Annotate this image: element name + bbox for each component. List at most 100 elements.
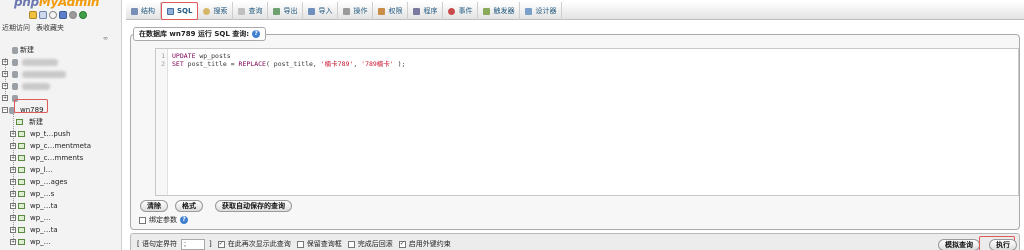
expand-icon[interactable]: + (10, 215, 16, 221)
help-icon[interactable]: ? (180, 216, 188, 224)
autosave-query-button[interactable]: 获取自动保存的查询 (215, 200, 292, 212)
tab-structure[interactable]: 结构 (126, 2, 161, 20)
table-row[interactable]: + wp_…ta (0, 200, 121, 212)
table-row[interactable]: + wp_c…mentmeta (0, 140, 121, 152)
tab-operations[interactable]: 操作 (338, 2, 374, 20)
logo[interactable]: phpMyAdmin (14, 0, 99, 9)
table-label: wp_l… (30, 166, 53, 174)
redacted-db-name (22, 71, 66, 78)
expand-icon[interactable]: + (10, 131, 16, 137)
expand-icon[interactable]: + (10, 167, 16, 173)
favorites-tab[interactable]: 表收藏夹 (36, 23, 64, 33)
settings-icon[interactable] (69, 11, 77, 19)
tab-query[interactable]: 查询 (233, 2, 269, 20)
expand-icon[interactable]: + (2, 59, 8, 65)
tree-db-row[interactable]: + (0, 80, 121, 92)
format-button[interactable]: 格式 (175, 200, 203, 212)
triggers-icon (483, 7, 491, 15)
tab-privileges[interactable]: 权限 (373, 2, 409, 20)
tree-new-item[interactable]: 新建 (0, 44, 121, 56)
navigation-panel: phpMyAdmin 近期访问 表收藏夹 ∞ 新建 + + + + − wn78… (0, 0, 122, 250)
table-row[interactable]: + wp_… (0, 236, 121, 248)
table-label: wp_…ta (30, 202, 58, 210)
expand-icon[interactable]: + (10, 227, 16, 233)
simulate-query-button[interactable]: 模拟查询 (938, 239, 980, 250)
delimiter-input[interactable] (180, 238, 205, 250)
reload-icon[interactable] (79, 11, 87, 19)
table-icon (18, 155, 25, 161)
tab-events[interactable]: 事件 (443, 2, 479, 20)
line-number-gutter: 1 2 (156, 49, 168, 195)
tab-routines[interactable]: 程序 (408, 2, 444, 20)
table-row[interactable]: + wp_…ages (0, 176, 121, 188)
expand-icon[interactable]: + (10, 203, 16, 209)
sql-panel-legend: 在数据库 wn789 运行 SQL 查询: ? (133, 27, 267, 41)
sql-text: , (353, 60, 362, 68)
database-tree: 新建 + + + + − wn789 新建 + wp_t…push + wp_c… (0, 44, 121, 248)
rollback-checkbox[interactable] (347, 240, 355, 248)
tab-triggers[interactable]: 触发器 (478, 2, 521, 20)
tab-import[interactable]: 导入 (303, 2, 339, 20)
help-icon[interactable] (49, 11, 57, 19)
table-row[interactable]: + wp_…ta (0, 224, 121, 236)
expand-icon[interactable]: + (2, 83, 8, 89)
recent-tab[interactable]: 近期访问 (2, 23, 30, 33)
designer-icon (525, 7, 533, 15)
exit-icon[interactable] (39, 11, 47, 19)
option-foreign-keys[interactable]: 启用外键约束 (398, 239, 451, 249)
tab-search[interactable]: 搜索 (198, 2, 234, 20)
sql-fieldset: 1 2 UPDATE wp_posts SET post_title = REPL… (130, 34, 1020, 230)
sql-editor[interactable]: 1 2 UPDATE wp_posts SET post_title = REPL… (155, 48, 1019, 196)
current-db-highlight (14, 99, 48, 113)
table-icon (18, 179, 25, 185)
show-query-checkbox[interactable] (217, 240, 225, 248)
table-icon (18, 203, 25, 209)
option-retain-box[interactable]: 保留查询框 (296, 239, 342, 249)
link-icon[interactable]: ∞ (103, 35, 108, 42)
sql-query-panel: 在数据库 wn789 运行 SQL 查询: ? 1 2 UPDATE wp_po… (126, 22, 1024, 250)
tree-db-row[interactable]: + (0, 68, 121, 80)
foreign-keys-checkbox[interactable] (398, 240, 406, 248)
expand-icon[interactable]: + (10, 143, 16, 149)
table-row[interactable]: + wp_l… (0, 164, 121, 176)
table-icon (18, 239, 25, 245)
sql-keyword: SET (172, 60, 184, 68)
expand-icon[interactable]: + (10, 191, 16, 197)
expand-icon[interactable]: + (10, 155, 16, 161)
table-row[interactable]: + wp_…s (0, 188, 121, 200)
expand-icon[interactable]: + (2, 95, 8, 101)
help-icon[interactable]: ? (252, 30, 261, 38)
table-icon (18, 131, 25, 137)
tab-export[interactable]: 导出 (268, 2, 304, 20)
table-label: wp_…ages (30, 178, 68, 186)
sql-text: ( post_title, (265, 60, 321, 68)
structure-icon (131, 7, 138, 15)
tab-sql[interactable]: SQL (161, 2, 199, 20)
tree-db-new-item[interactable]: 新建 (0, 116, 121, 128)
operations-icon (343, 7, 351, 15)
table-row[interactable]: + wp_t…push (0, 128, 121, 140)
export-icon (273, 7, 281, 15)
new-db-icon (12, 47, 18, 54)
tree-db-row[interactable]: + (0, 56, 121, 68)
option-show-query[interactable]: 在此再次显示此查询 (217, 239, 291, 249)
home-icon[interactable] (29, 11, 37, 19)
bind-params-label: 绑定参数 (149, 216, 177, 224)
expand-icon[interactable]: + (10, 179, 16, 185)
expand-icon[interactable]: + (10, 239, 16, 245)
go-button[interactable]: 执行 (989, 239, 1017, 250)
clear-button[interactable]: 清除 (140, 200, 168, 212)
sql-icon (167, 7, 174, 15)
retain-box-checkbox[interactable] (296, 240, 304, 248)
bind-params-checkbox[interactable] (139, 216, 146, 224)
collapse-icon[interactable]: − (2, 107, 8, 113)
table-row[interactable]: + wp_… (0, 212, 121, 224)
docs-icon[interactable] (59, 11, 67, 19)
expand-icon[interactable]: + (2, 71, 8, 77)
sql-text: wp_posts (195, 52, 231, 60)
tab-designer[interactable]: 设计器 (520, 2, 563, 20)
table-label: wp_c…mentmeta (30, 142, 91, 150)
option-rollback[interactable]: 完成后回滚 (347, 239, 393, 249)
table-row[interactable]: + wp_c…mments (0, 152, 121, 164)
sql-code: UPDATE wp_posts SET post_title = REPLACE(… (172, 52, 405, 68)
